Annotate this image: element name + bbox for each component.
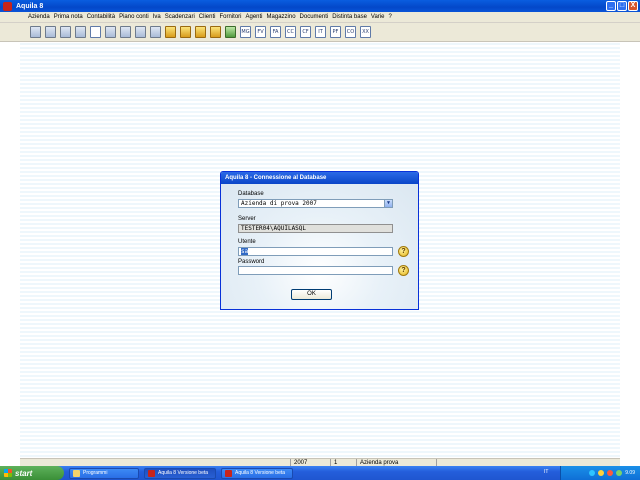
doc-fv-icon[interactable]: FV bbox=[255, 26, 266, 38]
password-field[interactable] bbox=[238, 266, 393, 275]
folder-icon[interactable] bbox=[210, 26, 221, 38]
warehouse-icon[interactable] bbox=[225, 26, 236, 38]
menu-bar: Azienda Prima nota Contabilità Piano con… bbox=[0, 12, 640, 23]
doc-cc-icon[interactable]: CC bbox=[285, 26, 296, 38]
chevron-down-icon[interactable]: ▼ bbox=[384, 200, 392, 207]
maximize-button[interactable]: □ bbox=[617, 1, 627, 11]
task-label: Aquila 8 Versione beta bbox=[235, 469, 286, 476]
doc-button-label: CC bbox=[287, 29, 294, 35]
server-label: Server bbox=[238, 216, 256, 222]
doc-button-label: XX bbox=[362, 29, 369, 35]
doc-fa-icon[interactable]: FA bbox=[270, 26, 281, 38]
dialog-title: Aquila 8 - Connessione al Database bbox=[221, 172, 418, 184]
doc-button-label: FV bbox=[257, 29, 264, 35]
language-indicator[interactable]: IT bbox=[544, 469, 548, 475]
task-label: Programmi bbox=[83, 469, 108, 476]
doc-cf-icon[interactable]: CF bbox=[300, 26, 311, 38]
volume-icon[interactable] bbox=[598, 470, 605, 476]
doc-co-icon[interactable]: CO bbox=[345, 26, 356, 38]
menu-varie[interactable]: Varie bbox=[371, 14, 385, 20]
menu-contabilita[interactable]: Contabilità bbox=[87, 14, 115, 20]
connection-dialog: Aquila 8 - Connessione al Database Datab… bbox=[220, 171, 419, 310]
doc-button-label: MG bbox=[241, 29, 250, 35]
menu-documenti[interactable]: Documenti bbox=[300, 14, 329, 20]
aquila-app-icon bbox=[225, 469, 232, 477]
user-label: Utente bbox=[238, 239, 256, 245]
doc-pf-icon[interactable]: PF bbox=[330, 26, 341, 38]
edit-pencil-icon[interactable] bbox=[90, 26, 101, 38]
network-icon[interactable] bbox=[589, 470, 596, 476]
aquila-app-icon bbox=[3, 1, 12, 11]
title-bar: Aquila 8 _ □ X bbox=[0, 0, 640, 12]
menu-help[interactable]: ? bbox=[388, 14, 391, 20]
start-button[interactable]: start bbox=[0, 466, 64, 480]
grid-icon[interactable] bbox=[75, 26, 86, 38]
table-icon[interactable] bbox=[105, 26, 116, 38]
menu-azienda[interactable]: Azienda bbox=[28, 14, 50, 20]
menu-agenti[interactable]: Agenti bbox=[246, 14, 263, 20]
list-icon[interactable] bbox=[150, 26, 161, 38]
security-icon[interactable] bbox=[607, 470, 614, 476]
folder-icon bbox=[73, 469, 80, 477]
doc-button-label: PF bbox=[332, 29, 339, 35]
help-icon[interactable]: ? bbox=[398, 246, 409, 257]
copy-windows-icon[interactable] bbox=[45, 26, 56, 38]
task-label: Aquila 8 Versione beta bbox=[158, 469, 209, 476]
database-select[interactable]: Azienda di prova 2007 ▼ bbox=[238, 199, 393, 208]
doc-mg-icon[interactable]: MG bbox=[240, 26, 251, 38]
user-icon[interactable] bbox=[180, 26, 191, 38]
calculator-icon[interactable] bbox=[60, 26, 71, 38]
task-aquila-2[interactable]: Aquila 8 Versione beta bbox=[221, 467, 293, 479]
menu-scadenzari[interactable]: Scadenzari bbox=[165, 14, 195, 20]
user-field[interactable]: sa bbox=[238, 247, 393, 256]
status-bar: 2007 1 Azienda prova bbox=[20, 458, 620, 467]
doc-button-label: CO bbox=[346, 29, 355, 35]
toolbar: MG FV FA CC CF IT PF CO XX bbox=[0, 23, 640, 42]
doc-button-label: CF bbox=[302, 29, 309, 35]
doc-button-label: FA bbox=[272, 29, 279, 35]
dialog-body: Database Azienda di prova 2007 ▼ Server … bbox=[221, 184, 418, 309]
taskbar: start Programmi Aquila 8 Versione beta A… bbox=[0, 466, 640, 480]
window-title: Aquila 8 bbox=[16, 2, 44, 10]
book-icon[interactable] bbox=[120, 26, 131, 38]
task-aquila-1[interactable]: Aquila 8 Versione beta bbox=[144, 467, 216, 479]
ok-button[interactable]: OK bbox=[291, 289, 332, 300]
menu-piano-conti[interactable]: Piano conti bbox=[119, 14, 149, 20]
database-label: Database bbox=[238, 191, 264, 197]
database-value: Azienda di prova 2007 bbox=[241, 200, 317, 207]
task-programmi[interactable]: Programmi bbox=[69, 467, 139, 479]
close-button[interactable]: X bbox=[628, 1, 638, 11]
update-icon[interactable] bbox=[616, 470, 623, 476]
menu-distinta-base[interactable]: Distinta base bbox=[332, 14, 367, 20]
menu-prima-nota[interactable]: Prima nota bbox=[54, 14, 83, 20]
doc-xx-icon[interactable]: XX bbox=[360, 26, 371, 38]
system-tray: 9.09 bbox=[560, 466, 640, 480]
box-icon[interactable] bbox=[195, 26, 206, 38]
start-label: start bbox=[15, 468, 33, 478]
aquila-app-icon bbox=[148, 469, 155, 477]
menu-magazzino[interactable]: Magazzino bbox=[267, 14, 296, 20]
user-value: sa bbox=[241, 248, 249, 255]
azienda-icon[interactable] bbox=[30, 26, 41, 38]
menu-fornitori[interactable]: Fornitori bbox=[219, 14, 241, 20]
clock: 9.09 bbox=[625, 470, 635, 476]
server-field: TESTER04\AQUILASQL bbox=[238, 224, 393, 233]
tools-icon[interactable] bbox=[135, 26, 146, 38]
tag-icon[interactable] bbox=[165, 26, 176, 38]
windows-logo-icon bbox=[4, 469, 12, 477]
help-icon[interactable]: ? bbox=[398, 265, 409, 276]
minimize-button[interactable]: _ bbox=[606, 1, 616, 11]
menu-iva[interactable]: Iva bbox=[153, 14, 161, 20]
menu-clienti[interactable]: Clienti bbox=[199, 14, 216, 20]
doc-it-icon[interactable]: IT bbox=[315, 26, 326, 38]
password-label: Password bbox=[238, 259, 265, 265]
doc-button-label: IT bbox=[318, 29, 323, 35]
